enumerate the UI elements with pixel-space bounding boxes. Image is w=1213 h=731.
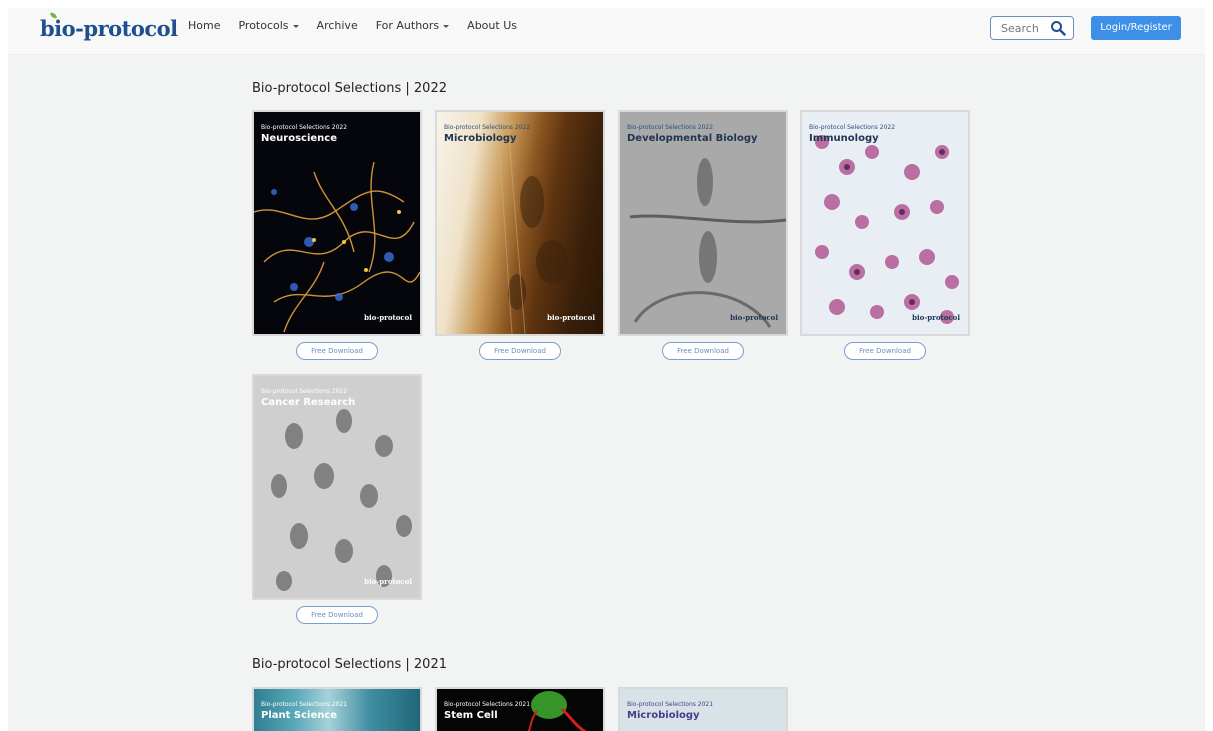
cover-card-developmental-biology: Bio-protocol Selections 2022 Development… bbox=[618, 110, 788, 360]
nav-protocols[interactable]: Protocols bbox=[238, 19, 299, 32]
cover-image-plant-science[interactable]: Bio-protocol Selections 2021 Plant Scien… bbox=[252, 687, 422, 731]
cover-image-immunology[interactable]: Bio-protocol Selections 2022 Immunology … bbox=[800, 110, 970, 336]
section-title-2022: Bio-protocol Selections | 2022 bbox=[252, 81, 447, 96]
nav-protocols-label: Protocols bbox=[238, 19, 289, 32]
main-nav: Home Protocols Archive For Authors About… bbox=[188, 19, 517, 32]
section-title-2021: Bio-protocol Selections | 2021 bbox=[252, 657, 447, 672]
cover-series-label: Bio-protocol Selections 2022 bbox=[627, 124, 714, 131]
cover-topic-label: Immunology bbox=[809, 133, 879, 144]
cover-series-label: Bio-protocol Selections 2022 bbox=[809, 124, 896, 131]
cover-series-label: Bio-protocol Selections 2022 bbox=[444, 124, 531, 131]
cover-series-label: Bio-protocol Selections 2022 bbox=[261, 124, 348, 131]
cover-topic-label: Microbiology bbox=[444, 133, 517, 144]
search-icon[interactable] bbox=[1050, 20, 1066, 36]
cover-topic-label: Cancer Research bbox=[261, 397, 356, 408]
cover-brand-label: bio-protocol bbox=[364, 577, 412, 586]
cover-topic-label: Developmental Biology bbox=[627, 133, 758, 144]
free-download-button[interactable]: Free Download bbox=[662, 342, 744, 360]
cover-brand-label: bio-protocol bbox=[730, 313, 778, 322]
cover-series-label: Bio-protocol Selections 2022 bbox=[261, 388, 348, 395]
cover-brand-label: bio-protocol bbox=[912, 313, 960, 322]
microbiology-artwork bbox=[496, 112, 568, 334]
search-box bbox=[990, 16, 1074, 40]
nav-home[interactable]: Home bbox=[188, 19, 220, 32]
cover-image-developmental-biology[interactable]: Bio-protocol Selections 2022 Development… bbox=[618, 110, 788, 336]
chevron-down-icon bbox=[292, 24, 299, 28]
cover-image-stem-cell[interactable]: Bio-protocol Selections 2021 Stem Cell bbox=[435, 687, 605, 731]
cover-image-cancer-research[interactable]: Bio-protocol Selections 2022 Cancer Rese… bbox=[252, 374, 422, 600]
main-content: Bio-protocol Selections | 2022 Bio-proto… bbox=[8, 55, 1205, 731]
free-download-button[interactable]: Free Download bbox=[296, 606, 378, 624]
cover-topic-label: Plant Science bbox=[261, 710, 338, 721]
top-navbar: bio-protocol Home Protocols Archive For … bbox=[8, 8, 1205, 55]
cover-card-neuroscience: Bio-protocol Selections 2022 Neuroscienc… bbox=[252, 110, 422, 360]
immunology-artwork bbox=[815, 135, 959, 324]
cover-series-label: Bio-protocol Selections 2021 bbox=[261, 701, 348, 708]
cover-card-immunology: Bio-protocol Selections 2022 Immunology … bbox=[800, 110, 970, 360]
cover-series-label: Bio-protocol Selections 2021 bbox=[627, 701, 714, 708]
cover-image-microbiology-2021[interactable]: Bio-protocol Selections 2021 Microbiolog… bbox=[618, 687, 788, 731]
cover-series-label: Bio-protocol Selections 2021 bbox=[444, 701, 531, 708]
logo-text: bio-protocol bbox=[40, 16, 178, 41]
free-download-button[interactable]: Free Download bbox=[296, 342, 378, 360]
neurons-artwork bbox=[254, 161, 420, 333]
cancer-research-artwork bbox=[271, 409, 412, 591]
search-input[interactable] bbox=[991, 17, 1041, 39]
nav-archive[interactable]: Archive bbox=[317, 19, 358, 32]
cover-topic-label: Microbiology bbox=[627, 710, 700, 721]
chevron-down-icon bbox=[443, 24, 450, 28]
nav-for-authors-label: For Authors bbox=[375, 19, 440, 32]
login-register-button[interactable]: Login/Register bbox=[1091, 16, 1181, 40]
cover-card-microbiology: Bio-protocol Selections 2022 Microbiolog… bbox=[435, 110, 605, 360]
nav-for-authors[interactable]: For Authors bbox=[375, 19, 450, 32]
free-download-button[interactable]: Free Download bbox=[844, 342, 926, 360]
cover-topic-label: Neuroscience bbox=[261, 133, 337, 144]
nav-archive-label: Archive bbox=[316, 19, 358, 32]
nav-about-us[interactable]: About Us bbox=[467, 19, 517, 32]
cover-brand-label: bio-protocol bbox=[547, 313, 595, 322]
free-download-button[interactable]: Free Download bbox=[479, 342, 561, 360]
nav-about-us-label: About Us bbox=[467, 19, 517, 32]
cover-card-cancer-research: Bio-protocol Selections 2022 Cancer Rese… bbox=[252, 374, 422, 624]
cover-topic-label: Stem Cell bbox=[444, 710, 498, 721]
developmental-biology-artwork bbox=[620, 112, 786, 334]
nav-home-label: Home bbox=[188, 19, 221, 32]
site-logo[interactable]: bio-protocol bbox=[40, 11, 178, 41]
cover-image-microbiology[interactable]: Bio-protocol Selections 2022 Microbiolog… bbox=[435, 110, 605, 336]
cover-brand-label: bio-protocol bbox=[364, 313, 412, 322]
cover-image-neuroscience[interactable]: Bio-protocol Selections 2022 Neuroscienc… bbox=[252, 110, 422, 336]
